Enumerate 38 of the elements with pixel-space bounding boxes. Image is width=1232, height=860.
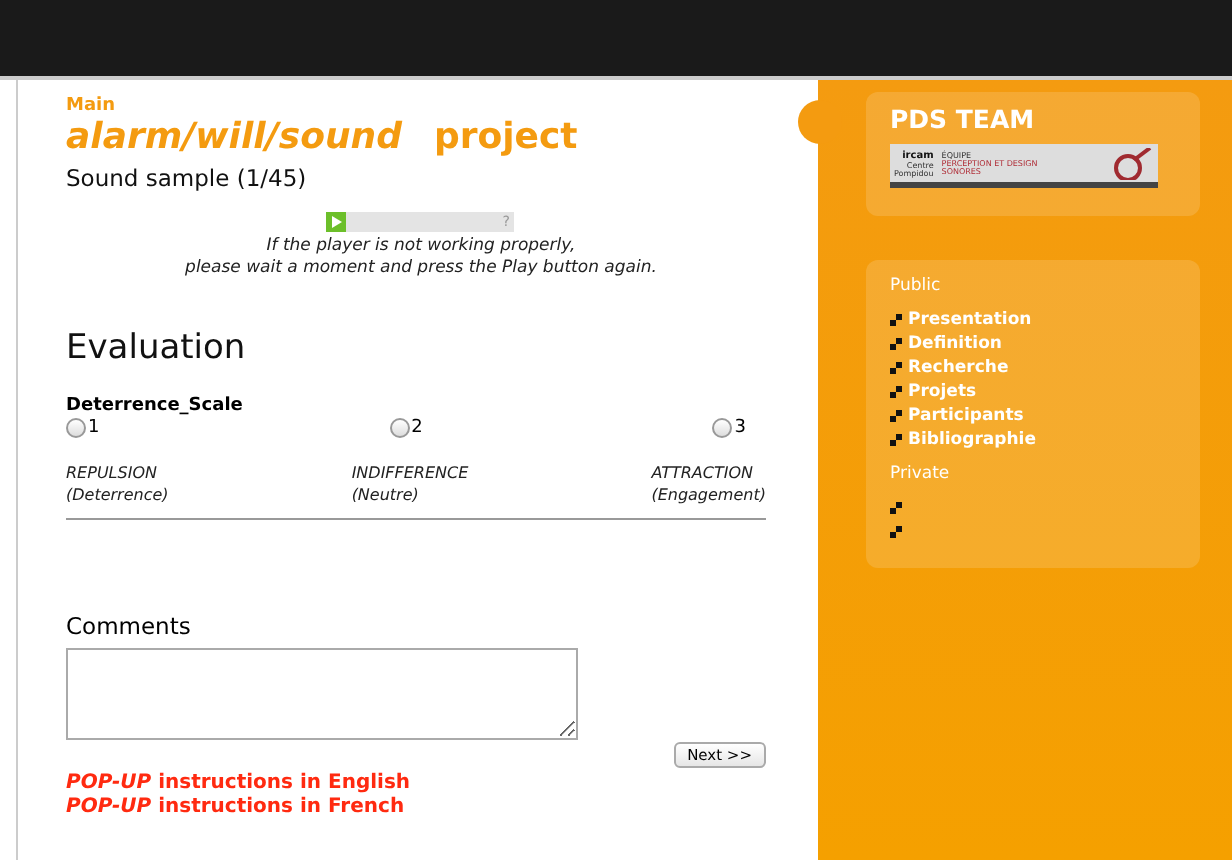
instructions-link[interactable]: POP-UP instructions in English xyxy=(66,772,818,796)
bullet-icon xyxy=(890,502,902,514)
scale-anchor: REPULSION (Deterrence) xyxy=(66,462,169,506)
radio-button[interactable] xyxy=(389,418,410,438)
radio-button[interactable] xyxy=(66,418,86,438)
radio-label: 1 xyxy=(88,418,100,438)
menu-heading: Private xyxy=(890,464,952,484)
menu-heading: Public xyxy=(890,276,943,296)
bullet-icon xyxy=(890,386,902,398)
project-label: project xyxy=(433,116,578,160)
sample-counter: Sound sample (1/45) xyxy=(66,164,309,192)
nav-link[interactable]: Recherche xyxy=(908,356,1009,380)
bullet-icon xyxy=(890,410,902,422)
scale-name: Deterrence_Scale xyxy=(66,396,245,416)
scale-anchor: ATTRACTION (Engagement) xyxy=(651,462,766,506)
nav-link[interactable]: Bibliographie xyxy=(908,428,1036,452)
bullet-icon xyxy=(890,434,902,446)
bullet-icon xyxy=(890,314,902,326)
nav-link[interactable]: Projets xyxy=(908,380,977,404)
team-title: PDS TEAM xyxy=(890,104,1037,134)
comments-label: Comments xyxy=(66,612,193,640)
bullet-icon xyxy=(890,362,902,374)
play-button[interactable] xyxy=(326,212,346,232)
radio-label: 2 xyxy=(411,418,423,438)
player-note: If the player is not working properly, please wait a moment and press the Play button again. xyxy=(183,236,659,280)
nav-link[interactable]: Presentation xyxy=(908,308,1032,332)
project-name: alarm/will/sound xyxy=(66,116,402,160)
section-heading: Evaluation xyxy=(66,328,248,368)
nav-link[interactable]: Definition xyxy=(908,332,1002,356)
bullet-icon xyxy=(890,338,902,350)
bullet-icon xyxy=(890,526,902,538)
scale-anchor: INDIFFERENCE (Neutre) xyxy=(351,462,469,506)
nav-link[interactable]: Participants xyxy=(908,404,1024,428)
comments-field[interactable] xyxy=(66,648,578,740)
breadcrumb[interactable]: Main xyxy=(66,96,116,116)
radio-label: 3 xyxy=(734,418,746,438)
instructions-link[interactable]: POP-UP instructions in French xyxy=(66,796,818,820)
radio-button[interactable] xyxy=(712,418,733,438)
